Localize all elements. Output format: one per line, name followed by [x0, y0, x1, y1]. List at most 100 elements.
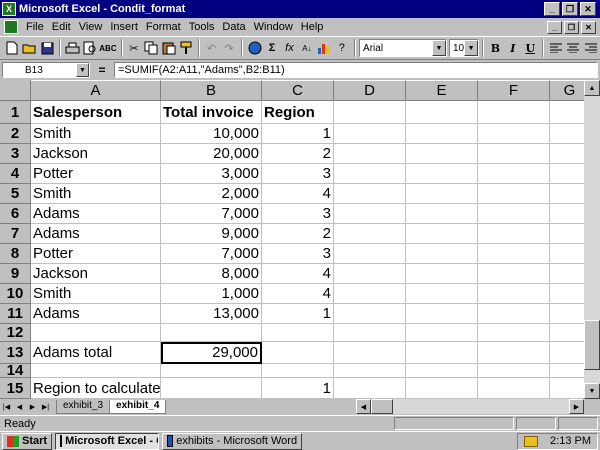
cell-a2[interactable]: Smith: [31, 124, 161, 144]
save-icon[interactable]: [39, 39, 55, 57]
cell-g10[interactable]: [550, 284, 584, 304]
cell-f11[interactable]: [478, 304, 550, 324]
align-center-icon[interactable]: [565, 39, 581, 57]
row-header[interactable]: 7: [0, 224, 31, 244]
cell-c15[interactable]: 1: [262, 378, 334, 399]
office-assistant-icon[interactable]: ?: [334, 39, 350, 57]
cell-a11[interactable]: Adams: [31, 304, 161, 324]
cell-f12[interactable]: [478, 324, 550, 342]
menu-data[interactable]: Data: [218, 21, 249, 33]
workbook-icon[interactable]: [4, 20, 18, 34]
cell-d15[interactable]: [334, 378, 406, 399]
cell-g5[interactable]: [550, 184, 584, 204]
font-size-select[interactable]: 10 ▼: [449, 39, 480, 57]
column-header-g[interactable]: G: [550, 80, 584, 101]
cell-g15[interactable]: [550, 378, 584, 399]
row-header[interactable]: 2: [0, 124, 31, 144]
cell-c14[interactable]: [262, 364, 334, 378]
redo-icon[interactable]: ↷: [221, 39, 237, 57]
copy-icon[interactable]: [143, 39, 159, 57]
cell-b7[interactable]: 9,000: [161, 224, 262, 244]
cell-g2[interactable]: [550, 124, 584, 144]
column-header-c[interactable]: C: [262, 80, 334, 101]
sheet-tab-exhibit-3[interactable]: exhibit_3: [56, 399, 111, 414]
cell-a14[interactable]: [31, 364, 161, 378]
cell-c3[interactable]: 2: [262, 144, 334, 164]
cell-d14[interactable]: [334, 364, 406, 378]
cell-e12[interactable]: [406, 324, 478, 342]
cell-g8[interactable]: [550, 244, 584, 264]
cell-d6[interactable]: [334, 204, 406, 224]
cell-c9[interactable]: 4: [262, 264, 334, 284]
cell-d11[interactable]: [334, 304, 406, 324]
new-icon[interactable]: [4, 39, 20, 57]
align-right-icon[interactable]: [582, 39, 598, 57]
cell-d8[interactable]: [334, 244, 406, 264]
horizontal-scrollbar[interactable]: ◀ ▶: [356, 399, 584, 414]
cell-c11[interactable]: 1: [262, 304, 334, 324]
cell-g14[interactable]: [550, 364, 584, 378]
worksheet-grid[interactable]: A B C D E F G 1 Salesperson Total invoice R…: [0, 80, 584, 399]
cell-b12[interactable]: [161, 324, 262, 342]
menu-format[interactable]: Format: [142, 21, 185, 33]
column-header-e[interactable]: E: [406, 80, 478, 101]
scroll-up-icon[interactable]: ▲: [584, 80, 600, 96]
taskbar-excel-button[interactable]: Microsoft Excel - Con...: [55, 432, 160, 450]
cell-b10[interactable]: 1,000: [161, 284, 262, 304]
print-icon[interactable]: [64, 39, 80, 57]
cell-e11[interactable]: [406, 304, 478, 324]
restore-button[interactable]: ❐: [562, 2, 578, 16]
chevron-down-icon[interactable]: ▼: [432, 40, 446, 56]
cell-d13[interactable]: [334, 342, 406, 364]
cell-d1[interactable]: [334, 101, 406, 124]
menu-file[interactable]: File: [22, 21, 48, 33]
open-icon[interactable]: [21, 39, 37, 57]
menu-view[interactable]: View: [75, 21, 107, 33]
cell-f1[interactable]: [478, 101, 550, 124]
cell-g6[interactable]: [550, 204, 584, 224]
row-header[interactable]: 14: [0, 363, 31, 378]
workbook-restore-button[interactable]: ❐: [564, 20, 579, 34]
cell-e7[interactable]: [406, 224, 478, 244]
cell-a8[interactable]: Potter: [31, 244, 161, 264]
cell-d5[interactable]: [334, 184, 406, 204]
cell-c4[interactable]: 3: [262, 164, 334, 184]
row-header[interactable]: 11: [0, 304, 31, 324]
row-header[interactable]: 10: [0, 284, 31, 304]
row-header[interactable]: 3: [0, 144, 31, 164]
align-left-icon[interactable]: [547, 39, 563, 57]
cell-e2[interactable]: [406, 124, 478, 144]
cell-b6[interactable]: 7,000: [161, 204, 262, 224]
print-preview-icon[interactable]: [82, 39, 98, 57]
cell-f14[interactable]: [478, 364, 550, 378]
cell-f3[interactable]: [478, 144, 550, 164]
sheet-tab-exhibit-4[interactable]: exhibit_4: [109, 399, 167, 414]
cell-f5[interactable]: [478, 184, 550, 204]
cell-f4[interactable]: [478, 164, 550, 184]
prev-sheet-icon[interactable]: ◀: [13, 400, 26, 413]
cell-e3[interactable]: [406, 144, 478, 164]
undo-icon[interactable]: ↶: [203, 39, 219, 57]
row-header[interactable]: 9: [0, 264, 31, 284]
cell-d12[interactable]: [334, 324, 406, 342]
row-header[interactable]: 15: [0, 378, 31, 399]
vertical-scroll-thumb[interactable]: [584, 320, 600, 370]
cell-e1[interactable]: [406, 101, 478, 124]
sort-ascending-icon[interactable]: A↓: [299, 39, 315, 57]
font-name-select[interactable]: Arial ▼: [359, 39, 447, 57]
cell-f8[interactable]: [478, 244, 550, 264]
last-sheet-icon[interactable]: ▶|: [39, 400, 52, 413]
select-all-button[interactable]: [0, 80, 31, 101]
cell-f13[interactable]: [478, 342, 550, 364]
cell-c8[interactable]: 3: [262, 244, 334, 264]
hyperlink-icon[interactable]: [246, 39, 262, 57]
scroll-down-icon[interactable]: ▼: [584, 383, 600, 399]
cell-g1[interactable]: [550, 101, 584, 124]
cell-f15[interactable]: [478, 378, 550, 399]
cell-a15[interactable]: Region to calculate: [31, 378, 161, 399]
autosum-icon[interactable]: Σ: [264, 39, 280, 57]
cell-b4[interactable]: 3,000: [161, 164, 262, 184]
cell-g7[interactable]: [550, 224, 584, 244]
cell-b1[interactable]: Total invoice: [161, 101, 262, 124]
cell-f2[interactable]: [478, 124, 550, 144]
